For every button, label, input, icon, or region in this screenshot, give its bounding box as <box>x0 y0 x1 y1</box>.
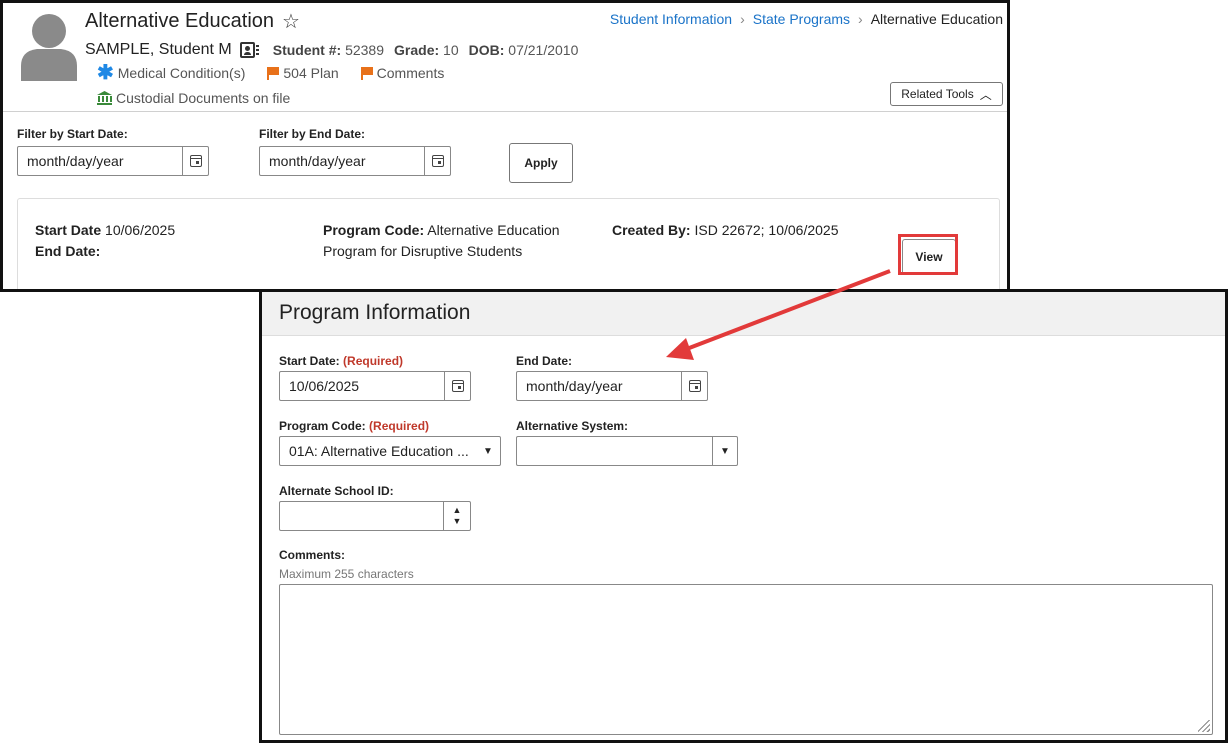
chevron-right-icon: › <box>740 11 745 27</box>
comments-hint: Maximum 255 characters <box>279 567 414 581</box>
comments-flag-label: Comments <box>376 65 445 81</box>
related-tools-button[interactable]: Related Tools ︿ <box>890 82 1003 106</box>
calendar-icon[interactable] <box>681 372 707 400</box>
filter-end-date-input[interactable]: month/day/year <box>259 146 451 176</box>
comments-textarea[interactable] <box>279 584 1213 735</box>
record-end-date: End Date: <box>35 243 101 259</box>
chevron-up-icon: ︿ <box>979 87 992 102</box>
caret-down-icon: ▼ <box>483 445 493 457</box>
filter-start-placeholder: month/day/year <box>27 153 124 169</box>
student-avatar <box>21 14 77 81</box>
resize-grip-icon[interactable] <box>1198 720 1210 732</box>
program-record-card: Start Date 10/06/2025 End Date: Program … <box>17 198 1000 289</box>
flag-icon <box>360 66 373 80</box>
record-program-code: Program Code: Alternative Education <box>323 222 560 238</box>
breadcrumb: Student Information › State Programs › A… <box>610 11 1003 27</box>
end-date-input[interactable]: month/day/year <box>516 371 708 401</box>
calendar-icon[interactable] <box>444 372 470 400</box>
breadcrumb-state-programs[interactable]: State Programs <box>753 11 850 27</box>
alternate-school-id-label: Alternate School ID: <box>279 484 394 498</box>
flag-icon <box>267 66 280 80</box>
504-plan-flag[interactable]: 504 Plan <box>267 65 339 81</box>
filter-start-date-input[interactable]: month/day/year <box>17 146 209 176</box>
program-code-value: 01A: Alternative Education ... <box>289 443 469 459</box>
comments-label: Comments: <box>279 548 346 562</box>
contact-card-icon[interactable] <box>239 42 255 58</box>
view-button-highlight <box>898 234 958 275</box>
student-number: Student #: 52389 <box>272 42 385 58</box>
student-flags: ✱ Medical Condition(s) 504 Plan Comments <box>97 62 445 84</box>
student-info-row: SAMPLE, Student M Student #: 52389 Grade… <box>85 41 578 59</box>
custodial-documents-label: Custodial Documents on file <box>116 90 291 106</box>
start-date-input[interactable]: 10/06/2025 <box>279 371 471 401</box>
filter-end-placeholder: month/day/year <box>269 153 366 169</box>
apply-button[interactable]: Apply <box>509 143 573 183</box>
program-information-title: Program Information <box>279 301 471 324</box>
alternate-school-id-input[interactable]: ▲ ▼ <box>279 501 471 531</box>
record-start-date: Start Date 10/06/2025 <box>35 222 176 238</box>
student-program-panel: Alternative Education ☆ Student Informat… <box>0 0 1010 292</box>
end-date-label: End Date: <box>516 354 573 368</box>
medical-condition-label: Medical Condition(s) <box>117 65 246 81</box>
medical-condition-flag[interactable]: ✱ Medical Condition(s) <box>97 62 246 84</box>
number-spinner[interactable]: ▲ ▼ <box>443 502 470 530</box>
program-information-header: Program Information <box>262 292 1225 336</box>
custodial-documents[interactable]: Custodial Documents on file <box>97 90 290 106</box>
student-name: SAMPLE, Student M <box>85 41 232 58</box>
record-program-code-line2: Program for Disruptive Students <box>323 243 523 259</box>
student-grade: Grade: 10 <box>394 42 459 58</box>
filter-start-label: Filter by Start Date: <box>17 127 128 141</box>
contact-card-icon-dots <box>255 45 259 55</box>
program-code-select[interactable]: 01A: Alternative Education ... ▼ <box>279 436 501 466</box>
program-information-panel: Program Information Start Date: (Require… <box>259 289 1228 743</box>
alternative-system-label: Alternative System: <box>516 419 629 433</box>
page-title-text: Alternative Education <box>85 10 275 32</box>
program-code-label: Program Code: (Required) <box>279 419 430 433</box>
start-date-label: Start Date: (Required) <box>279 354 404 368</box>
504-plan-label: 504 Plan <box>283 65 339 81</box>
start-date-value: 10/06/2025 <box>289 378 360 394</box>
student-dob: DOB: 07/21/2010 <box>468 42 579 58</box>
chevron-right-icon: › <box>858 11 863 27</box>
asterisk-icon: ✱ <box>97 62 114 84</box>
breadcrumb-current: Alternative Education <box>870 11 1003 27</box>
breadcrumb-student-information[interactable]: Student Information <box>610 11 732 27</box>
header-divider <box>3 111 1007 112</box>
related-tools-label: Related Tools <box>901 87 974 101</box>
spin-up-icon[interactable]: ▲ <box>453 505 462 516</box>
spin-down-icon[interactable]: ▼ <box>453 516 462 527</box>
calendar-icon[interactable] <box>424 147 450 175</box>
comments-flag[interactable]: Comments <box>360 65 445 81</box>
alternative-system-value <box>517 437 712 465</box>
page-title: Alternative Education ☆ <box>85 9 300 34</box>
filter-end-label: Filter by End Date: <box>259 127 366 141</box>
calendar-icon[interactable] <box>182 147 208 175</box>
institution-icon <box>97 91 112 105</box>
record-created-by: Created By: ISD 22672; 10/06/2025 <box>612 222 839 238</box>
alternative-system-select[interactable]: ▼ <box>516 436 738 466</box>
caret-down-icon: ▼ <box>712 437 737 465</box>
star-icon[interactable]: ☆ <box>282 9 300 34</box>
end-date-placeholder: month/day/year <box>526 378 623 394</box>
